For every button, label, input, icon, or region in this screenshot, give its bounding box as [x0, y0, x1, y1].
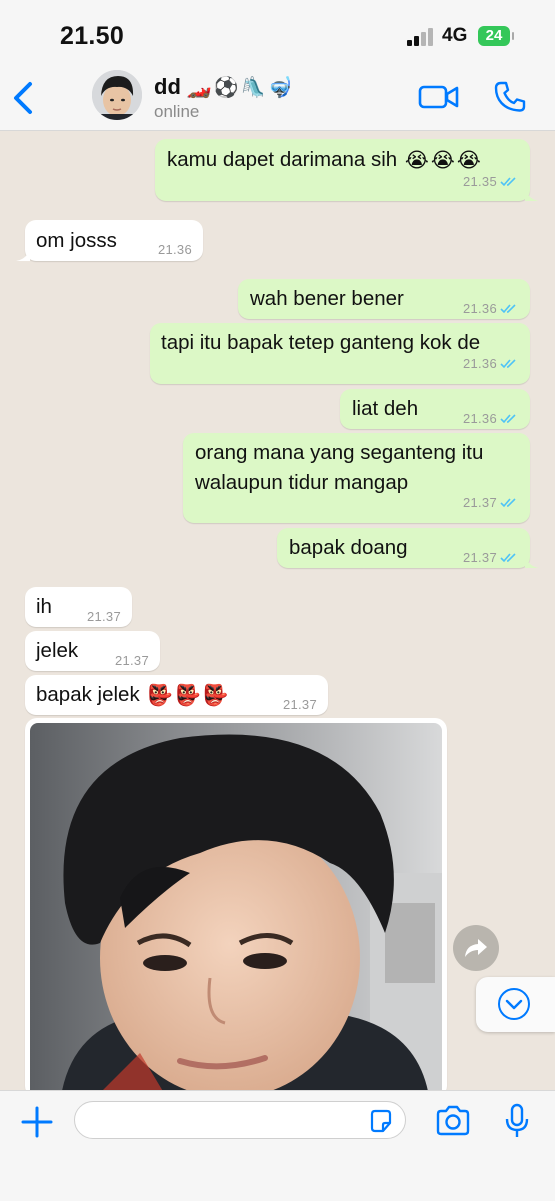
message-time: 21.35: [462, 174, 497, 189]
battery-icon: 24: [478, 26, 514, 46]
message-meta: 21.36: [463, 349, 518, 378]
scroll-to-bottom-button[interactable]: [476, 977, 555, 1032]
message-outgoing[interactable]: wah bener bener 21.36: [238, 279, 530, 319]
race-car-emoji: 🏎️: [186, 76, 212, 99]
message-outgoing[interactable]: tapi itu bapak tetep ganteng kok de 21.3…: [150, 323, 530, 384]
video-call-icon[interactable]: [418, 82, 460, 112]
message-outgoing[interactable]: orang mana yang seganteng itu walaupun t…: [183, 433, 530, 523]
goblin-emoji: 👺: [147, 684, 173, 708]
phone-icon[interactable]: [493, 80, 527, 114]
forward-arrow-icon: [465, 939, 487, 957]
message-meta: 21.36: [463, 404, 518, 433]
message-time: 21.36: [462, 356, 497, 371]
plus-icon[interactable]: [20, 1105, 54, 1139]
read-ticks-icon: [500, 553, 516, 563]
microphone-icon[interactable]: [504, 1103, 530, 1139]
read-ticks-icon: [500, 359, 516, 369]
message-meta: 21.36: [158, 235, 192, 264]
crying-emoji: 😭: [404, 149, 429, 173]
message-text-content: bapak jelek: [36, 683, 140, 706]
diving-mask-emoji: 🤿: [267, 76, 293, 99]
slide-emoji: 🛝: [240, 76, 266, 99]
message-time: 21.36: [462, 301, 497, 316]
message-outgoing[interactable]: bapak doang 21.37: [277, 528, 539, 568]
bubble-tail: [525, 187, 539, 201]
message-meta: 21.35: [463, 167, 518, 196]
message-outgoing[interactable]: liat deh 21.36: [340, 389, 530, 429]
message-input[interactable]: [74, 1101, 406, 1139]
message-meta: 21.37: [463, 488, 518, 517]
battery-level: 24: [485, 27, 503, 44]
read-ticks-icon: [500, 414, 516, 424]
crying-emoji: 😭: [430, 149, 455, 173]
message-meta: 21.37: [115, 646, 149, 675]
message-incoming[interactable]: bapak jelek 👺👺👺 21.37: [25, 675, 328, 715]
status-bar: 21.50 4G 24: [0, 0, 555, 64]
read-ticks-icon: [500, 304, 516, 314]
network-type: 4G: [442, 25, 468, 46]
goblin-emoji: 👺: [174, 684, 201, 708]
contact-name-row[interactable]: dd 🏎️ ⚽ 🛝 🤿: [154, 72, 293, 102]
soccer-ball-emoji: ⚽: [213, 76, 239, 99]
message-text: jelek: [36, 639, 79, 662]
avatar[interactable]: [92, 70, 142, 120]
message-text: bapak doang: [289, 536, 408, 559]
goblin-emoji: 👺: [202, 684, 229, 708]
photo-image[interactable]: [30, 723, 442, 1098]
contact-status: online: [154, 102, 200, 121]
composer-bar: [0, 1090, 555, 1201]
message-text: wah bener bener: [250, 287, 404, 310]
bubble-tail: [525, 554, 539, 568]
chevron-down-icon: [498, 988, 530, 1020]
message-meta: 21.36: [463, 294, 518, 323]
message-time: 21.37: [114, 653, 149, 668]
message-text-content: kamu dapet darimana sih: [167, 148, 398, 171]
message-incoming[interactable]: jelek 21.37: [25, 631, 160, 671]
message-incoming[interactable]: ih 21.37: [25, 587, 132, 627]
message-text: bapak jelek 👺👺👺: [36, 680, 228, 710]
back-chevron-icon[interactable]: [8, 78, 40, 118]
message-text: ih: [36, 595, 52, 618]
message-text: tapi itu bapak tetep ganteng kok de: [161, 331, 481, 354]
message-incoming-photo[interactable]: [25, 718, 447, 1098]
message-time: 21.37: [462, 495, 497, 510]
forward-button[interactable]: [453, 925, 499, 971]
message-time: 21.37: [86, 609, 121, 624]
bubble-tail: [16, 247, 30, 261]
read-ticks-icon: [500, 498, 516, 508]
message-text: kamu dapet darimana sih 😭😭😭: [167, 145, 481, 175]
message-meta: 21.37: [463, 543, 518, 572]
contact-name-emojis: 🏎️ ⚽ 🛝 🤿: [187, 75, 293, 100]
read-ticks-icon: [500, 177, 516, 187]
message-time: 21.36: [462, 411, 497, 426]
message-text: liat deh: [352, 397, 419, 420]
message-time: 21.36: [157, 242, 192, 257]
contact-name: dd: [154, 74, 181, 99]
status-time: 21.50: [60, 22, 125, 50]
message-time: 21.37: [462, 550, 497, 565]
chat-header: dd 🏎️ ⚽ 🛝 🤿 online: [0, 64, 555, 131]
message-text: om josss: [36, 229, 117, 252]
message-meta: 21.37: [87, 602, 121, 631]
sticker-icon[interactable]: [368, 1108, 394, 1134]
message-meta: 21.37: [283, 690, 317, 719]
message-outgoing[interactable]: kamu dapet darimana sih 😭😭😭 21.35: [155, 139, 539, 201]
message-text-line: walaupun tidur mangap: [195, 471, 409, 494]
message-incoming[interactable]: om josss 21.36: [16, 220, 203, 264]
camera-icon[interactable]: [435, 1105, 471, 1137]
message-time: 21.37: [282, 697, 317, 712]
message-text-line: orang mana yang seganteng itu: [195, 441, 484, 464]
signal-icon: [407, 28, 435, 46]
